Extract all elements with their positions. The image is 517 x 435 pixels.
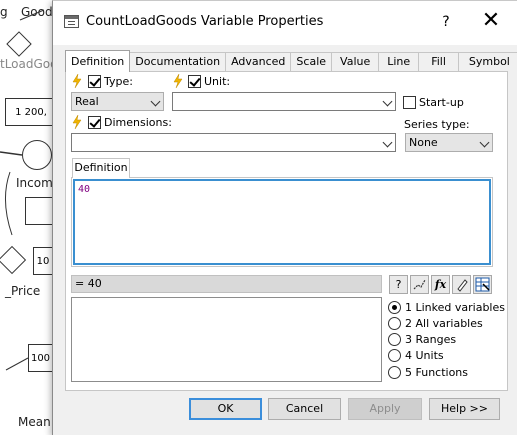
tab-advanced[interactable]: Advanced: [225, 52, 292, 72]
series-type-select[interactable]: None: [405, 133, 493, 152]
function-button[interactable]: fx: [431, 275, 450, 294]
radio-button[interactable]: [388, 365, 401, 379]
lightning-icon: [72, 74, 82, 88]
tab-definition[interactable]: Definition: [65, 50, 131, 72]
radio-linked-variables[interactable]: 1 Linked variables: [388, 299, 505, 315]
radio-button[interactable]: [388, 300, 401, 314]
tab-symbol[interactable]: Symbol: [457, 52, 517, 72]
cancel-button[interactable]: Cancel: [268, 398, 341, 420]
tab-line[interactable]: Line: [378, 52, 420, 72]
radio-ranges[interactable]: 3 Ranges: [388, 331, 456, 347]
apply-button[interactable]: Apply: [348, 398, 422, 420]
help-button[interactable]: Help >>: [429, 398, 500, 420]
series-type-value: None: [409, 136, 438, 149]
definition-subtab[interactable]: Definition: [72, 158, 130, 178]
graph-icon-button[interactable]: [410, 275, 429, 294]
unit-checkbox[interactable]: [188, 75, 201, 88]
result-field: = 40: [71, 275, 382, 293]
unit-select[interactable]: [172, 92, 396, 111]
radio-button[interactable]: [388, 332, 401, 346]
dimensions-select[interactable]: [71, 133, 396, 152]
type-select-value: Real: [75, 95, 99, 108]
radio-button[interactable]: [388, 316, 401, 330]
radio-label: 2 All variables: [405, 316, 483, 330]
tab-scale[interactable]: Scale: [290, 52, 333, 72]
help-toolbar-button[interactable]: ?: [389, 275, 408, 294]
chevron-down-icon: [479, 137, 490, 148]
chevron-down-icon: [382, 96, 393, 107]
dimensions-label: Dimensions:: [104, 116, 172, 129]
radio-label: 3 Ranges: [405, 332, 457, 346]
tab-documentation[interactable]: Documentation: [129, 52, 227, 72]
chevron-down-icon: [150, 96, 161, 107]
type-select[interactable]: Real: [71, 92, 164, 111]
title-help-button[interactable]: ?: [438, 11, 454, 33]
edit-button[interactable]: [452, 275, 471, 294]
lightning-icon: [173, 74, 183, 88]
radio-label: 4 Units: [405, 348, 444, 362]
series-type-label: Series type:: [404, 118, 470, 131]
type-checkbox[interactable]: [88, 75, 101, 88]
dimensions-checkbox[interactable]: [88, 116, 101, 129]
radio-units[interactable]: 4 Units: [388, 347, 444, 363]
definition-editor[interactable]: 40: [73, 179, 491, 265]
tab-fill[interactable]: Fill: [418, 52, 459, 72]
radio-label: 5 Functions: [405, 365, 469, 379]
unit-label: Unit:: [204, 75, 231, 88]
radio-all-variables[interactable]: 2 All variables: [388, 315, 483, 331]
radio-functions[interactable]: 5 Functions: [388, 364, 468, 380]
tab-value[interactable]: Value: [331, 52, 380, 72]
lightning-icon: [72, 115, 82, 129]
title-bar[interactable]: CountLoadGoods Variable Properties ? ✕: [53, 1, 517, 45]
grid-icon: [475, 277, 490, 292]
startup-label: Start-up: [419, 96, 464, 109]
window-icon: [64, 15, 79, 28]
radio-label: 1 Linked variables: [405, 300, 505, 314]
window-title: CountLoadGoods Variable Properties: [86, 14, 324, 29]
tab-strip: Definition Documentation Advanced Scale …: [65, 50, 517, 72]
pencil-icon: [457, 279, 468, 292]
radio-button[interactable]: [388, 348, 401, 362]
table-view-button[interactable]: [473, 275, 492, 294]
canvas-connectors: [0, 9, 45, 371]
close-button[interactable]: ✕: [473, 7, 509, 37]
ok-button[interactable]: OK: [189, 398, 262, 420]
variables-list[interactable]: [71, 297, 382, 382]
graph-icon: [413, 279, 426, 290]
startup-checkbox[interactable]: [403, 96, 416, 109]
type-label: Type:: [104, 75, 133, 88]
chevron-down-icon: [382, 137, 393, 148]
